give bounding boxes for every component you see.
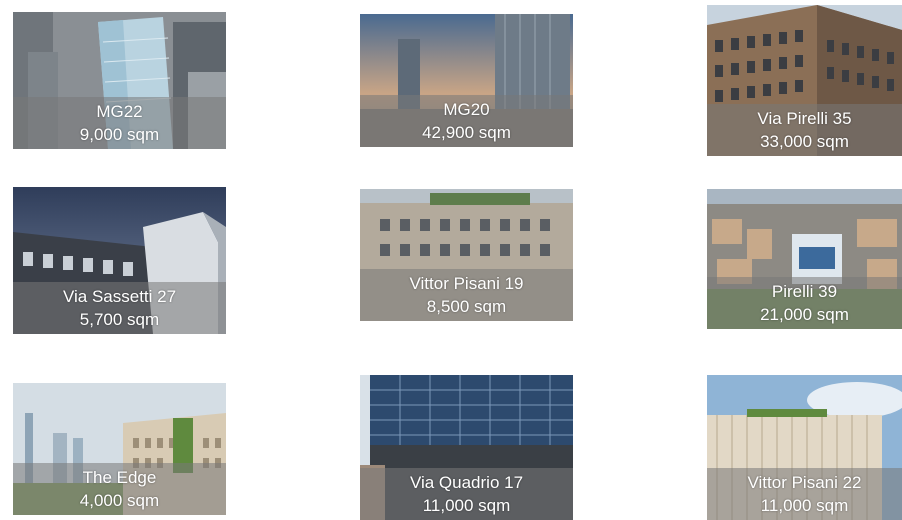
property-card-vittor-pisani-22[interactable]: Vittor Pisani 22 11,000 sqm bbox=[707, 375, 902, 520]
property-card-the-edge[interactable]: The Edge 4,000 sqm bbox=[13, 383, 226, 515]
property-name: Via Pirelli 35 bbox=[757, 109, 852, 128]
property-caption: Pirelli 39 21,000 sqm bbox=[707, 277, 902, 329]
property-card-pirelli-39[interactable]: Pirelli 39 21,000 sqm bbox=[707, 189, 902, 329]
property-name: MG22 bbox=[96, 102, 143, 121]
property-grid: MG22 9,000 sqm MG20 42,900 sqm Via Pirel… bbox=[0, 0, 902, 520]
property-card-via-sassetti-27[interactable]: Via Sassetti 27 5,700 sqm bbox=[13, 187, 226, 334]
property-card-vittor-pisani-19[interactable]: Vittor Pisani 19 8,500 sqm bbox=[360, 189, 573, 321]
property-name: MG20 bbox=[443, 100, 490, 119]
property-card-mg20[interactable]: MG20 42,900 sqm bbox=[360, 14, 573, 147]
property-name: Via Quadrio 17 bbox=[409, 473, 524, 492]
property-caption: MG22 9,000 sqm bbox=[13, 97, 226, 149]
property-area: 21,000 sqm bbox=[760, 305, 849, 324]
property-card-via-pirelli-35[interactable]: Via Pirelli 35 33,000 sqm bbox=[707, 5, 902, 156]
property-caption: Via Sassetti 27 5,700 sqm bbox=[13, 282, 226, 334]
property-name: The Edge bbox=[82, 468, 157, 487]
property-area: 4,000 sqm bbox=[79, 491, 160, 510]
property-area: 11,000 sqm bbox=[422, 496, 511, 515]
property-area: 42,900 sqm bbox=[422, 123, 511, 142]
property-name: Via Sassetti 27 bbox=[62, 287, 177, 306]
property-caption: Via Pirelli 35 33,000 sqm bbox=[707, 104, 902, 156]
property-caption: Via Quadrio 17 11,000 sqm bbox=[360, 468, 573, 520]
property-area: 33,000 sqm bbox=[760, 132, 849, 151]
property-area: 8,500 sqm bbox=[426, 297, 507, 316]
property-caption: Vittor Pisani 19 8,500 sqm bbox=[360, 269, 573, 321]
property-area: 11,000 sqm bbox=[760, 496, 849, 515]
property-name: Pirelli 39 bbox=[771, 282, 838, 301]
property-name: Vittor Pisani 19 bbox=[409, 274, 524, 293]
property-caption: Vittor Pisani 22 11,000 sqm bbox=[707, 468, 902, 520]
property-area: 5,700 sqm bbox=[79, 310, 160, 329]
property-card-via-quadrio-17[interactable]: Via Quadrio 17 11,000 sqm bbox=[360, 375, 573, 520]
property-card-mg22[interactable]: MG22 9,000 sqm bbox=[13, 12, 226, 149]
property-area: 9,000 sqm bbox=[79, 125, 160, 144]
property-caption: The Edge 4,000 sqm bbox=[13, 463, 226, 515]
property-name: Vittor Pisani 22 bbox=[747, 473, 862, 492]
property-caption: MG20 42,900 sqm bbox=[360, 95, 573, 147]
